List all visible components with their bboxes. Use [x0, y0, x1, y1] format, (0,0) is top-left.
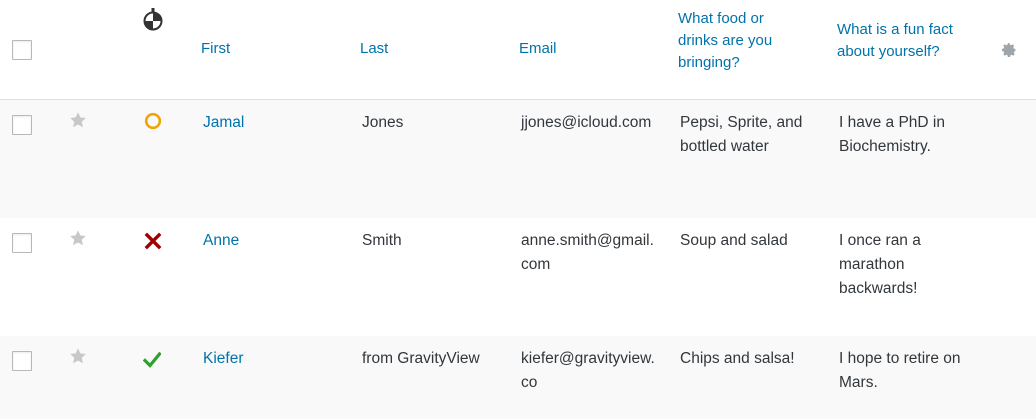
cell-fun-fact: I hope to retire on Mars. — [839, 350, 961, 391]
cell-last: from GravityView — [362, 350, 480, 367]
table-row: Jamal Jones jjones@icloud.com Pepsi, Spr… — [0, 100, 1036, 218]
cell-first[interactable]: Kiefer — [203, 347, 244, 371]
cell-last: Jones — [362, 114, 404, 131]
cell-first[interactable]: Anne — [203, 229, 239, 253]
cell-fun-fact: I once ran a marathon backwards! — [839, 232, 921, 297]
table-row: Kiefer from GravityView kiefer@gravityvi… — [0, 336, 1036, 419]
row-checkbox[interactable] — [12, 351, 32, 371]
checkmark-icon[interactable] — [143, 351, 161, 369]
star-icon[interactable] — [69, 347, 87, 365]
approval-status-icon — [143, 8, 163, 31]
row-checkbox[interactable] — [12, 233, 32, 253]
column-header-food[interactable]: What food or drinks are you bringing? — [678, 8, 803, 74]
entries-table: First Last Email What food or drinks are… — [0, 0, 1036, 419]
star-icon[interactable] — [69, 229, 87, 247]
column-header-first[interactable]: First — [201, 38, 230, 60]
cell-first[interactable]: Jamal — [203, 111, 244, 135]
cell-last: Smith — [362, 232, 402, 249]
column-header-email[interactable]: Email — [519, 38, 557, 60]
cell-email: kiefer@gravityview.co — [521, 350, 655, 391]
column-header-fun-fact[interactable]: What is a fun fact about yourself? — [837, 19, 982, 63]
cell-fun-fact: I have a PhD in Biochemistry. — [839, 114, 945, 155]
select-all-checkbox[interactable] — [12, 40, 32, 60]
table-header: First Last Email What food or drinks are… — [0, 0, 1036, 100]
star-icon[interactable] — [69, 111, 87, 129]
table-row: Anne Smith anne.smith@gmail.com Soup and… — [0, 218, 1036, 336]
circle-outline-icon[interactable] — [144, 112, 162, 130]
cell-email: jjones@icloud.com — [521, 114, 652, 131]
cell-food: Soup and salad — [680, 232, 788, 249]
x-mark-icon[interactable] — [144, 232, 162, 250]
cell-email: anne.smith@gmail.com — [521, 232, 654, 273]
column-header-last[interactable]: Last — [360, 38, 388, 60]
gear-icon[interactable] — [1001, 42, 1017, 58]
cell-food: Pepsi, Sprite, and bottled water — [680, 114, 803, 155]
cell-food: Chips and salsa! — [680, 350, 795, 367]
row-checkbox[interactable] — [12, 115, 32, 135]
